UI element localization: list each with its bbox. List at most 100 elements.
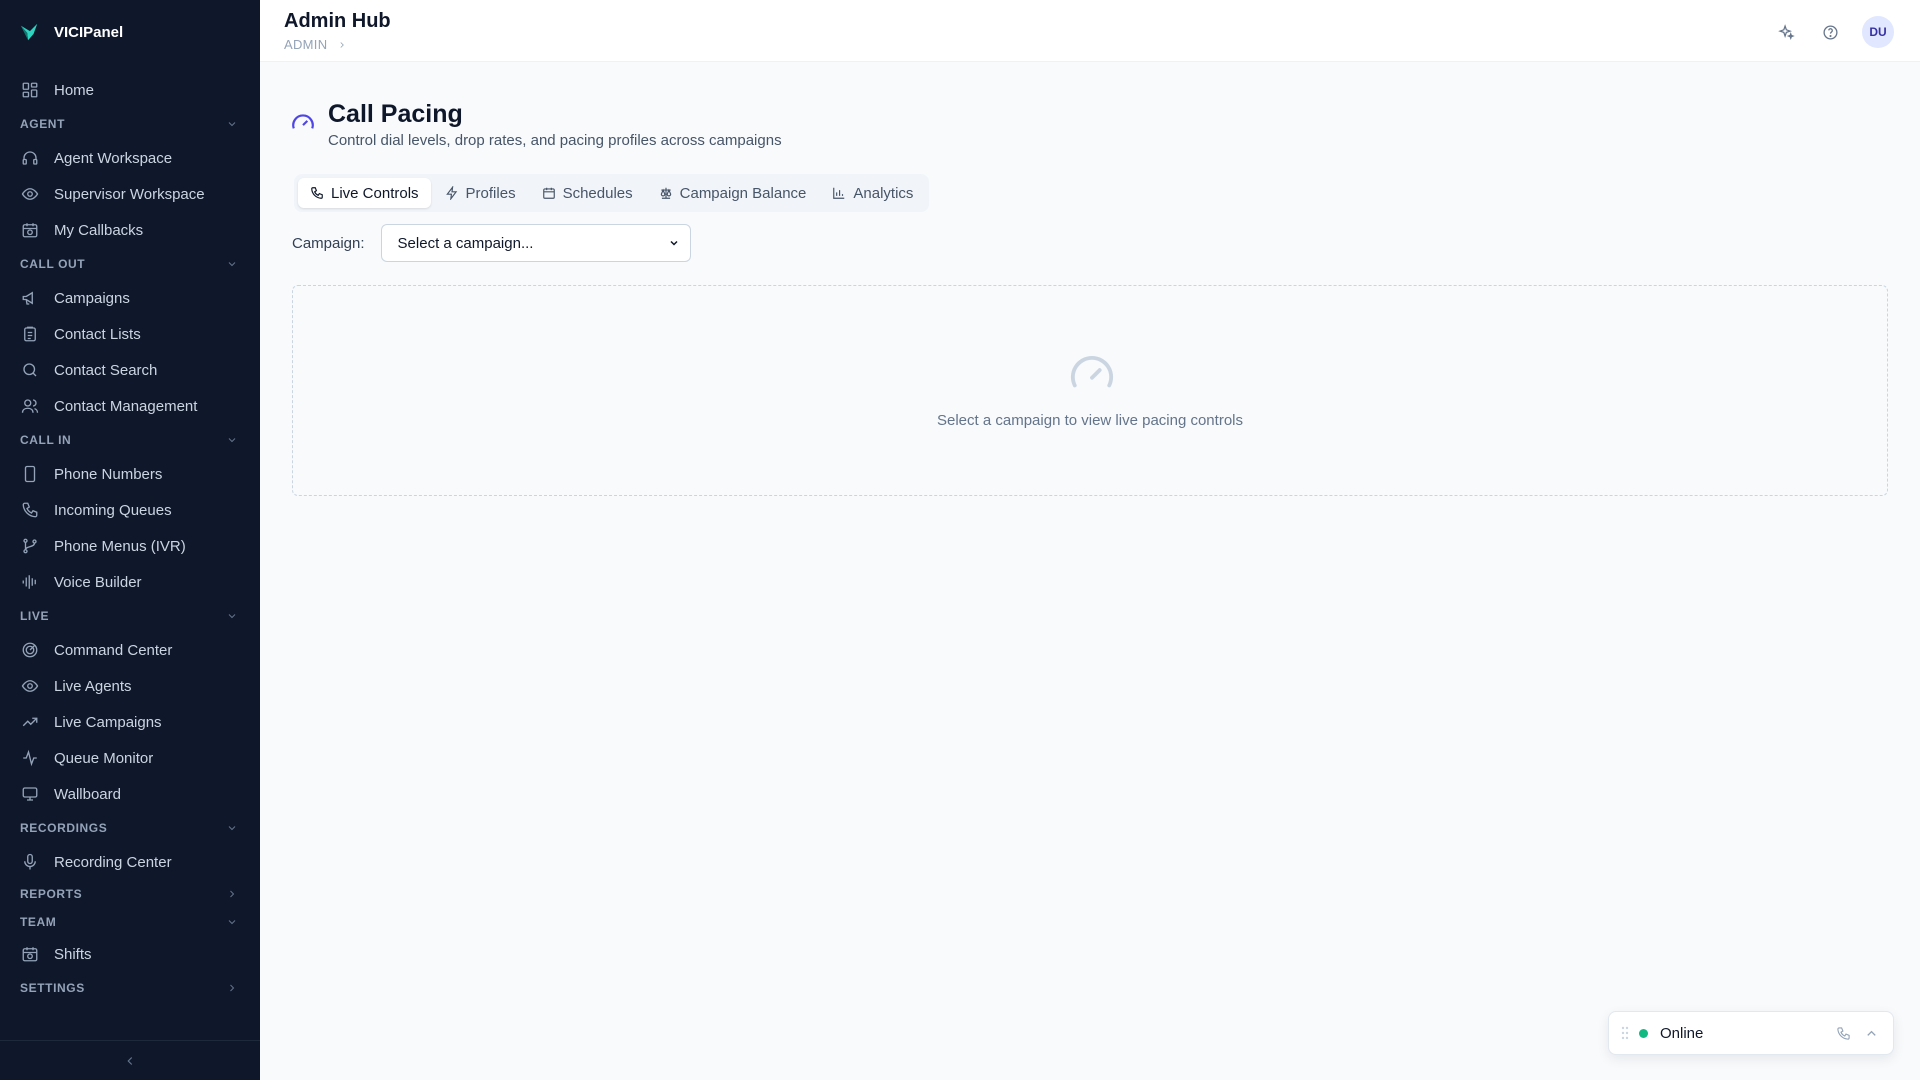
campaign-label: Campaign: [292, 234, 365, 252]
sidebar-item-incoming-queues[interactable]: Incoming Queues [0, 492, 260, 528]
agent-status-widget[interactable]: Online [1608, 1011, 1894, 1055]
sidebar-item-label: Supervisor Workspace [54, 185, 205, 203]
chevron-down-icon [226, 434, 238, 446]
chevron-left-icon [123, 1054, 137, 1068]
section-label: TEAM [20, 915, 57, 929]
drag-handle-icon[interactable] [1621, 1026, 1629, 1040]
sidebar-item-label: Home [54, 81, 95, 99]
chevron-down-icon [226, 610, 238, 622]
trending-up-icon [20, 712, 40, 732]
sidebar-item-live-agents[interactable]: Live Agents [0, 668, 260, 704]
tab-live-controls[interactable]: Live Controls [298, 178, 431, 208]
user-avatar[interactable]: DU [1862, 16, 1894, 48]
section-label: AGENT [20, 117, 65, 131]
sidebar-item-label: Recording Center [54, 853, 172, 871]
sidebar-item-phone-menus[interactable]: Phone Menus (IVR) [0, 528, 260, 564]
activity-icon [20, 748, 40, 768]
sidebar-item-label: Voice Builder [54, 573, 142, 591]
section-label: CALL IN [20, 433, 72, 447]
section-label: CALL OUT [20, 257, 86, 271]
tab-analytics[interactable]: Analytics [820, 178, 925, 208]
sidebar-item-label: Live Campaigns [54, 713, 162, 731]
status-text: Online [1660, 1024, 1704, 1042]
sidebar-item-phone-numbers[interactable]: Phone Numbers [0, 456, 260, 492]
monitor-icon [20, 784, 40, 804]
section-call-in[interactable]: CALL IN [0, 424, 260, 456]
section-live[interactable]: LIVE [0, 600, 260, 632]
bird-logo-icon [18, 21, 40, 43]
sidebar-item-label: Phone Numbers [54, 465, 163, 483]
sidebar-item-label: Queue Monitor [54, 749, 154, 767]
section-label: REPORTS [20, 887, 83, 901]
sidebar-item-live-campaigns[interactable]: Live Campaigns [0, 704, 260, 740]
sparkles-icon[interactable] [1774, 20, 1798, 44]
sidebar-item-shifts[interactable]: Shifts [0, 936, 260, 972]
sidebar-item-campaigns[interactable]: Campaigns [0, 280, 260, 316]
phone-icon [310, 186, 324, 200]
page-subtitle: Control dial levels, drop rates, and pac… [328, 132, 782, 149]
campaign-select-value: Select a campaign... [397, 234, 534, 252]
chevron-down-icon [226, 258, 238, 270]
tab-campaign-balance[interactable]: Campaign Balance [647, 178, 819, 208]
git-branch-icon [20, 536, 40, 556]
section-recordings[interactable]: RECORDINGS [0, 812, 260, 844]
section-call-out[interactable]: CALL OUT [0, 248, 260, 280]
tab-label: Live Controls [331, 184, 419, 202]
section-reports[interactable]: REPORTS [0, 880, 260, 908]
sidebar-item-label: Campaigns [54, 289, 130, 307]
phone-icon[interactable] [1833, 1023, 1853, 1043]
chevron-down-icon [668, 237, 680, 249]
chevron-up-icon[interactable] [1861, 1023, 1881, 1043]
breadcrumb: ADMIN [284, 37, 347, 52]
sidebar-item-contact-search[interactable]: Contact Search [0, 352, 260, 388]
status-indicator-dot [1639, 1028, 1648, 1038]
sidebar-item-recording-center[interactable]: Recording Center [0, 844, 260, 880]
chevron-right-icon [226, 982, 238, 994]
sidebar-item-contact-lists[interactable]: Contact Lists [0, 316, 260, 352]
sidebar-item-supervisor-workspace[interactable]: Supervisor Workspace [0, 176, 260, 212]
brand[interactable]: VICIPanel [18, 18, 123, 46]
sidebar-item-label: Shifts [54, 945, 92, 963]
sidebar-item-contact-management[interactable]: Contact Management [0, 388, 260, 424]
breadcrumb-item[interactable]: ADMIN [284, 37, 327, 52]
gauge-icon [290, 110, 316, 136]
sidebar-item-label: Incoming Queues [54, 501, 172, 519]
section-label: LIVE [20, 609, 50, 623]
tab-label: Schedules [562, 184, 633, 202]
section-settings[interactable]: SETTINGS [0, 972, 260, 1004]
sidebar-item-label: Command Center [54, 641, 173, 659]
calendar-clock-icon [20, 220, 40, 240]
tab-label: Campaign Balance [679, 184, 807, 202]
eye-icon [20, 184, 40, 204]
header-title: Admin Hub [284, 10, 391, 32]
sidebar-item-label: Contact Lists [54, 325, 141, 343]
sidebar-item-agent-workspace[interactable]: Agent Workspace [0, 140, 260, 176]
users-icon [20, 396, 40, 416]
sidebar-item-command-center[interactable]: Command Center [0, 632, 260, 668]
main-content: Call Pacing Control dial levels, drop ra… [260, 62, 1920, 1080]
tab-profiles[interactable]: Profiles [433, 178, 528, 208]
help-circle-icon[interactable] [1818, 20, 1842, 44]
sidebar-item-queue-monitor[interactable]: Queue Monitor [0, 740, 260, 776]
headset-icon [20, 148, 40, 168]
section-agent[interactable]: AGENT [0, 108, 260, 140]
header-actions: DU [1774, 16, 1894, 48]
sidebar-item-my-callbacks[interactable]: My Callbacks [0, 212, 260, 248]
sidebar-item-voice-builder[interactable]: Voice Builder [0, 564, 260, 600]
sidebar-item-home[interactable]: Home [0, 72, 260, 108]
chevron-down-icon [226, 118, 238, 130]
clipboard-list-icon [20, 324, 40, 344]
scale-icon [659, 186, 673, 200]
chevron-right-icon [226, 888, 238, 900]
sidebar-nav: Home AGENT Agent Workspace Supervisor Wo… [0, 72, 260, 1004]
chevron-down-icon [226, 916, 238, 928]
section-team[interactable]: TEAM [0, 908, 260, 936]
sidebar-collapse-button[interactable] [0, 1040, 260, 1080]
campaign-select[interactable]: Select a campaign... [380, 224, 691, 262]
gauge-icon [1069, 352, 1115, 392]
bar-chart-icon [832, 186, 846, 200]
tab-schedules[interactable]: Schedules [530, 178, 645, 208]
campaign-picker: Campaign: Select a campaign... [292, 224, 691, 262]
tab-bar: Live Controls Profiles Schedules Campaig… [294, 174, 930, 212]
sidebar-item-wallboard[interactable]: Wallboard [0, 776, 260, 812]
